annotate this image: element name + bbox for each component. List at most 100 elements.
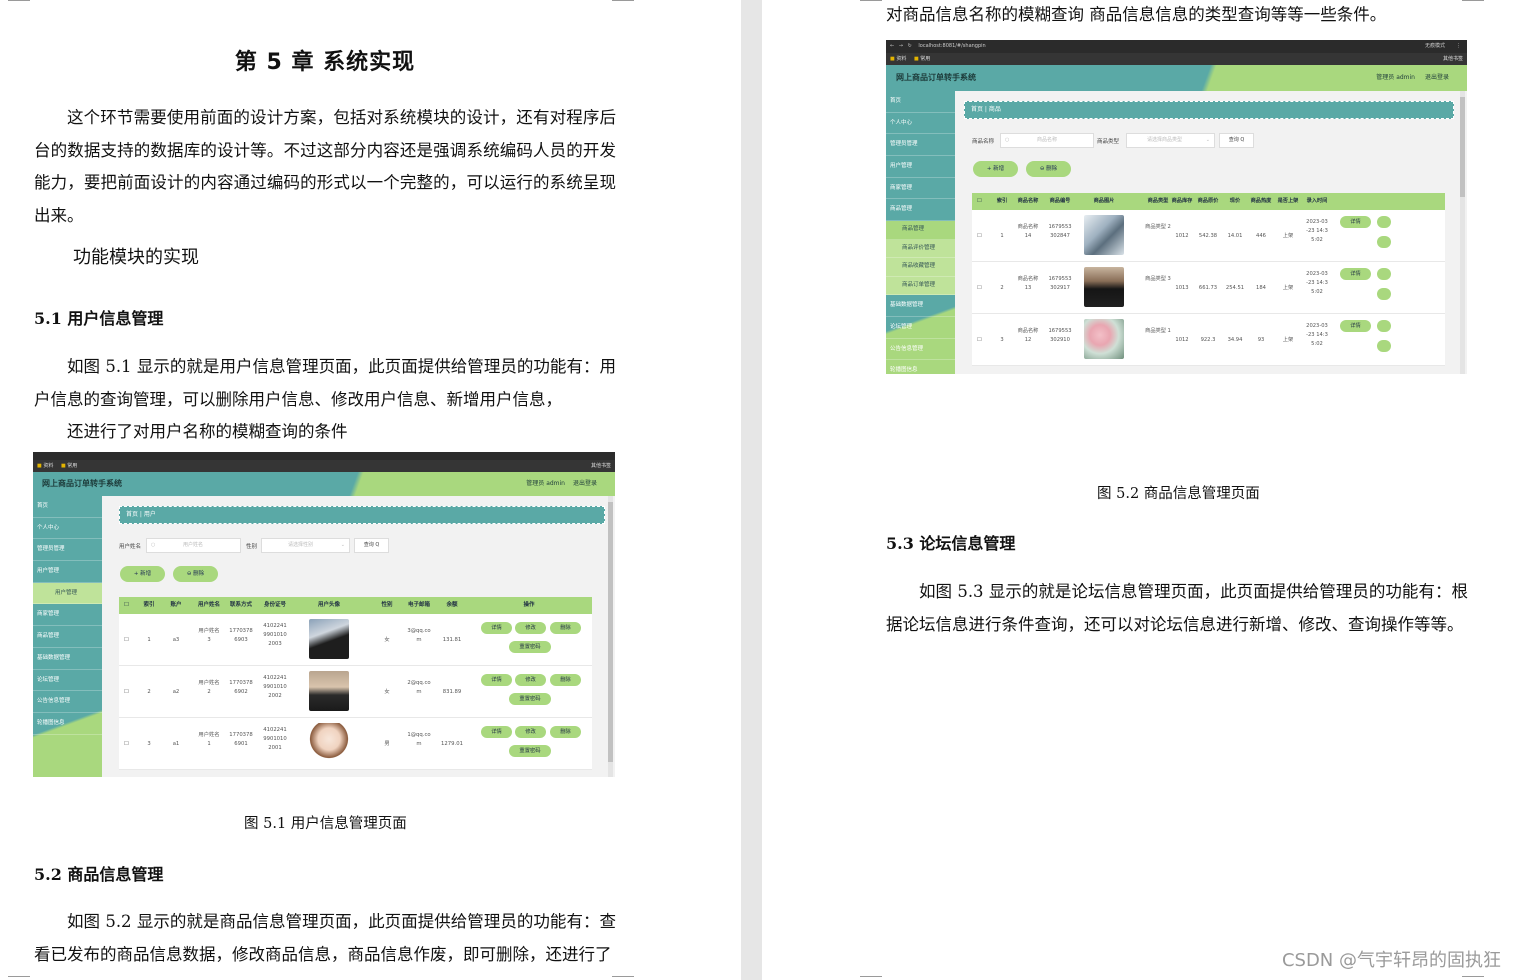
sidebar-item[interactable]: 管理员管理 — [33, 539, 102, 562]
detail-button[interactable]: 详情 — [1340, 216, 1371, 228]
sidebar: 首页 个人中心 管理员管理 用户管理 用户管理 商家管理 商品管理 基础数据管理 论坛管理 公告信… — [33, 496, 102, 777]
sidebar-item[interactable]: 论坛管理 — [33, 670, 102, 692]
add-button[interactable]: + 新增 — [973, 161, 1018, 177]
cell-code: 1679553 302910 — [1048, 328, 1072, 343]
section-5-1-paragraph: 如图 5.1 显示的就是用户信息管理页面，此页面提供给管理员的功能有：用户信息的… — [34, 357, 616, 409]
sidebar-item[interactable]: 轮播图信息 — [33, 713, 102, 735]
more-button[interactable] — [1377, 236, 1391, 248]
row-checkbox[interactable]: ☐ — [977, 284, 982, 293]
detail-button[interactable]: 详情 — [481, 674, 512, 686]
logout-link[interactable]: 退出登录 — [573, 472, 597, 496]
sidebar-item[interactable]: 商品评价管理 — [886, 239, 955, 259]
delete-row-button[interactable]: 删除 — [550, 674, 581, 686]
table-row: ☐ 2 商品名称 13 1679553 302917 商品类型 3 1013 661.73 2… — [972, 262, 1445, 314]
bookmark-item[interactable]: 常用 — [920, 56, 930, 62]
sidebar-item[interactable]: 公告信息管理 — [886, 339, 955, 361]
sidebar-item[interactable]: 商品管理 — [886, 221, 955, 240]
reload-icon[interactable]: ↻ — [908, 43, 912, 49]
right-page: 对商品信息名称的模糊查询 商品信息信息的类型查询等等一些条件。 ← → ↻ lo… — [762, 0, 1515, 980]
edit-button[interactable] — [1377, 216, 1391, 228]
cell-idx: 3 — [147, 741, 151, 747]
sidebar-item[interactable]: 用户管理 — [886, 156, 955, 178]
forward-icon[interactable]: → — [899, 43, 903, 49]
column-header: 余额 — [446, 602, 458, 608]
reset-password-button[interactable]: 重置密码 — [509, 641, 551, 653]
sidebar-item[interactable]: 基础数据管理 — [886, 295, 955, 317]
sidebar-item[interactable]: 管理员管理 — [886, 134, 955, 157]
cell-orig: 542.38 — [1198, 233, 1218, 239]
bookmark-other[interactable]: 其他书签 — [1443, 53, 1463, 65]
cell-stock: 1012 — [1175, 337, 1189, 343]
detail-button[interactable]: 详情 — [481, 726, 512, 738]
cell-time: 2023-03 -23 14:3 5:02 — [1306, 219, 1328, 243]
product-name-search-input[interactable]: ○ 商品名称 — [1000, 133, 1094, 148]
cell-idcard: 4102241 9901010 2003 — [263, 623, 287, 647]
column-header: 商品编号 — [1049, 198, 1071, 204]
scrollbar[interactable] — [1460, 91, 1465, 374]
row-checkbox[interactable]: ☐ — [977, 336, 982, 345]
sidebar-item[interactable]: 首页 — [886, 91, 955, 113]
sidebar-item[interactable]: 商家管理 — [33, 604, 102, 627]
sidebar-item[interactable]: 轮播图信息 — [886, 360, 955, 374]
product-type-select[interactable]: 请选择商品类型 ⌄ — [1126, 133, 1215, 148]
gender-select[interactable]: 请选择性别 ⌄ — [261, 538, 350, 553]
edit-button[interactable]: 修改 — [515, 674, 546, 686]
delete-row-button[interactable]: 删除 — [550, 622, 581, 634]
row-checkbox[interactable]: ☐ — [977, 232, 982, 241]
search-button[interactable]: 查询 Q — [354, 538, 389, 553]
sidebar-item[interactable]: 公告信息管理 — [33, 691, 102, 713]
edit-button[interactable] — [1377, 320, 1391, 332]
logout-link[interactable]: 退出登录 — [1425, 65, 1449, 91]
cell-heat: 446 — [1256, 233, 1266, 239]
app-header: 网上商品订单转手系统 管理员 admin 退出登录 — [886, 65, 1467, 91]
more-icon[interactable]: ⋮ — [1456, 40, 1461, 53]
continued-paragraph: 对商品信息名称的模糊查询 商品信息信息的类型查询等等一些条件。 — [886, 5, 1387, 24]
more-button[interactable] — [1377, 340, 1391, 352]
more-button[interactable] — [1377, 288, 1391, 300]
select-all-checkbox[interactable]: ☐ — [124, 597, 129, 614]
sidebar-item[interactable]: 商品收藏管理 — [886, 258, 955, 277]
delete-button[interactable]: ⊖ 删除 — [173, 566, 218, 582]
sidebar-item[interactable]: 商家管理 — [886, 178, 955, 200]
sidebar-item[interactable]: 个人中心 — [886, 113, 955, 135]
profile-label[interactable]: 无痕模式 — [1425, 40, 1445, 53]
scrollbar[interactable] — [608, 496, 613, 777]
bookmark-item[interactable]: 资料 — [896, 56, 906, 62]
section-5-1-title: 5.1 用户信息管理 — [34, 309, 164, 328]
bookmark-other[interactable]: 其他书签 — [591, 460, 611, 472]
back-icon[interactable]: ← — [890, 43, 894, 49]
sidebar-item[interactable]: 个人中心 — [33, 518, 102, 540]
name-search-input[interactable]: ○ 用户姓名 — [146, 538, 241, 553]
sidebar-item[interactable]: 商品管理 — [886, 199, 955, 222]
row-checkbox[interactable]: ☐ — [124, 688, 129, 697]
select-placeholder: 请选择商品类型 — [1147, 137, 1183, 143]
edit-button[interactable] — [1377, 268, 1391, 280]
select-all-checkbox[interactable]: ☐ — [977, 193, 982, 210]
bookmark-item[interactable]: 资料 — [43, 463, 53, 469]
sidebar-item[interactable]: 用户管理 — [33, 582, 102, 605]
sidebar-item[interactable]: 论坛管理 — [886, 317, 955, 339]
sidebar-item[interactable]: 用户管理 — [33, 561, 102, 583]
edit-button[interactable]: 修改 — [515, 622, 546, 634]
row-checkbox[interactable]: ☐ — [124, 740, 129, 749]
delete-row-button[interactable]: 删除 — [550, 726, 581, 738]
reset-password-button[interactable]: 重置密码 — [509, 693, 551, 705]
cell-phone: 1770378 6901 — [229, 732, 253, 747]
detail-button[interactable]: 详情 — [1340, 320, 1371, 332]
delete-button[interactable]: ⊖ 删除 — [1026, 161, 1071, 177]
search-button[interactable]: 查询 Q — [1219, 133, 1254, 148]
add-button[interactable]: + 新增 — [120, 566, 165, 582]
cell-account: a1 — [172, 741, 180, 747]
url-text[interactable]: localhost:8081/#/shangpin — [918, 43, 985, 49]
detail-button[interactable]: 详情 — [1340, 268, 1371, 280]
bookmark-item[interactable]: 常用 — [67, 463, 77, 469]
sidebar-item[interactable]: 首页 — [33, 496, 102, 518]
sidebar-item[interactable]: 商品管理 — [33, 626, 102, 648]
section-5-2-title: 5.2 商品信息管理 — [34, 865, 164, 884]
row-checkbox[interactable]: ☐ — [124, 636, 129, 645]
sidebar-item[interactable]: 商品订单管理 — [886, 276, 955, 296]
sidebar-item[interactable]: 基础数据管理 — [33, 648, 102, 670]
detail-button[interactable]: 详情 — [481, 622, 512, 634]
reset-password-button[interactable]: 重置密码 — [509, 745, 551, 757]
edit-button[interactable]: 修改 — [515, 726, 546, 738]
